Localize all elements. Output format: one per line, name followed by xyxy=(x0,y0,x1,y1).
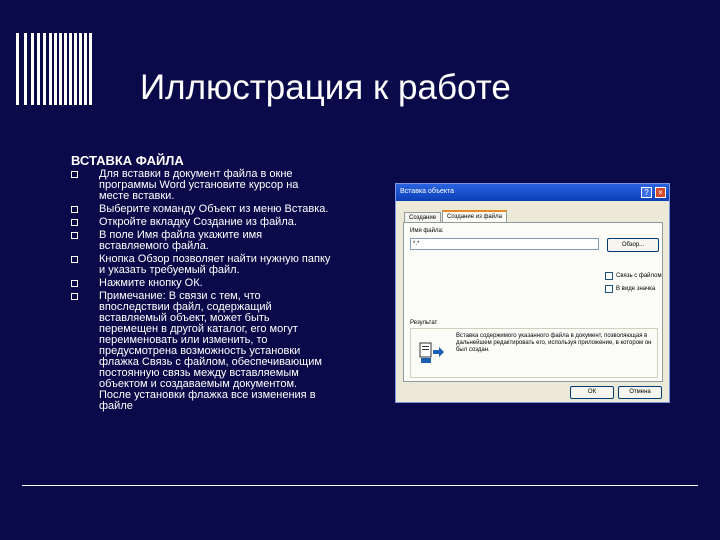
bullet-list: Для вставки в документ файла в окне прог… xyxy=(71,169,331,414)
bullet-item: Для вставки в документ файла в окне прог… xyxy=(71,169,331,202)
bullet-text: Откройте вкладку Создание из файла. xyxy=(99,216,297,228)
cancel-button[interactable]: Отмена xyxy=(618,386,662,399)
filename-label: Имя файла: xyxy=(410,228,444,234)
link-to-file-checkbox[interactable] xyxy=(605,272,613,280)
result-label: Результат xyxy=(410,320,438,326)
display-as-icon-checkbox[interactable] xyxy=(605,285,613,293)
dialog-title: Вставка объекта xyxy=(400,188,455,195)
dialog-titlebar: Вставка объекта ? × xyxy=(396,184,669,201)
bullet-item: В поле Имя файла укажите имя вставляемог… xyxy=(71,230,331,252)
result-group: Вставка содержимого указанного файла в д… xyxy=(410,328,658,378)
decorative-stripes xyxy=(16,33,136,105)
bullet-box-icon xyxy=(71,256,78,263)
bullet-text: Для вставки в документ файла в окне прог… xyxy=(99,168,299,202)
bullet-item: Выберите команду Объект из меню Вставка. xyxy=(71,204,331,215)
insert-object-dialog: Вставка объекта ? × Создание Создание из… xyxy=(395,183,670,403)
bullet-item: Откройте вкладку Создание из файла. xyxy=(71,217,331,228)
bullet-box-icon xyxy=(71,171,78,178)
section-heading: ВСТАВКА ФАЙЛА xyxy=(71,153,184,168)
help-button[interactable]: ? xyxy=(641,187,652,198)
bullet-item: Кнопка Обзор позволяет найти нужную папк… xyxy=(71,254,331,276)
display-as-icon-label: В виде значка xyxy=(616,286,656,292)
bullet-item: Примечание: В связи с тем, что впоследст… xyxy=(71,291,331,412)
bullet-item: Нажмите кнопку ОК. xyxy=(71,278,331,289)
bullet-box-icon xyxy=(71,293,78,300)
link-to-file-label: Связь с файлом xyxy=(616,273,662,279)
bullet-text: Примечание: В связи с тем, что впоследст… xyxy=(99,290,322,412)
tab-panel: Имя файла: *.* Обзор... Связь с файлом В… xyxy=(403,222,663,382)
bullet-box-icon xyxy=(71,232,78,239)
filename-field[interactable]: *.* xyxy=(410,238,599,250)
bullet-box-icon xyxy=(71,206,78,213)
browse-button[interactable]: Обзор... xyxy=(607,238,659,252)
result-description: Вставка содержимого указанного файла в д… xyxy=(456,333,652,353)
insert-document-icon xyxy=(419,342,444,363)
bullet-box-icon xyxy=(71,280,78,287)
ok-button[interactable]: ОК xyxy=(570,386,614,399)
bullet-text: Выберите команду Объект из меню Вставка. xyxy=(99,203,329,215)
bullet-text: Кнопка Обзор позволяет найти нужную папк… xyxy=(99,253,331,276)
footer-divider xyxy=(22,485,698,486)
slide-title: Иллюстрация к работе xyxy=(140,68,511,107)
close-button[interactable]: × xyxy=(655,187,666,198)
bullet-box-icon xyxy=(71,219,78,226)
bullet-text: В поле Имя файла укажите имя вставляемог… xyxy=(99,229,263,252)
bullet-text: Нажмите кнопку ОК. xyxy=(99,277,203,289)
